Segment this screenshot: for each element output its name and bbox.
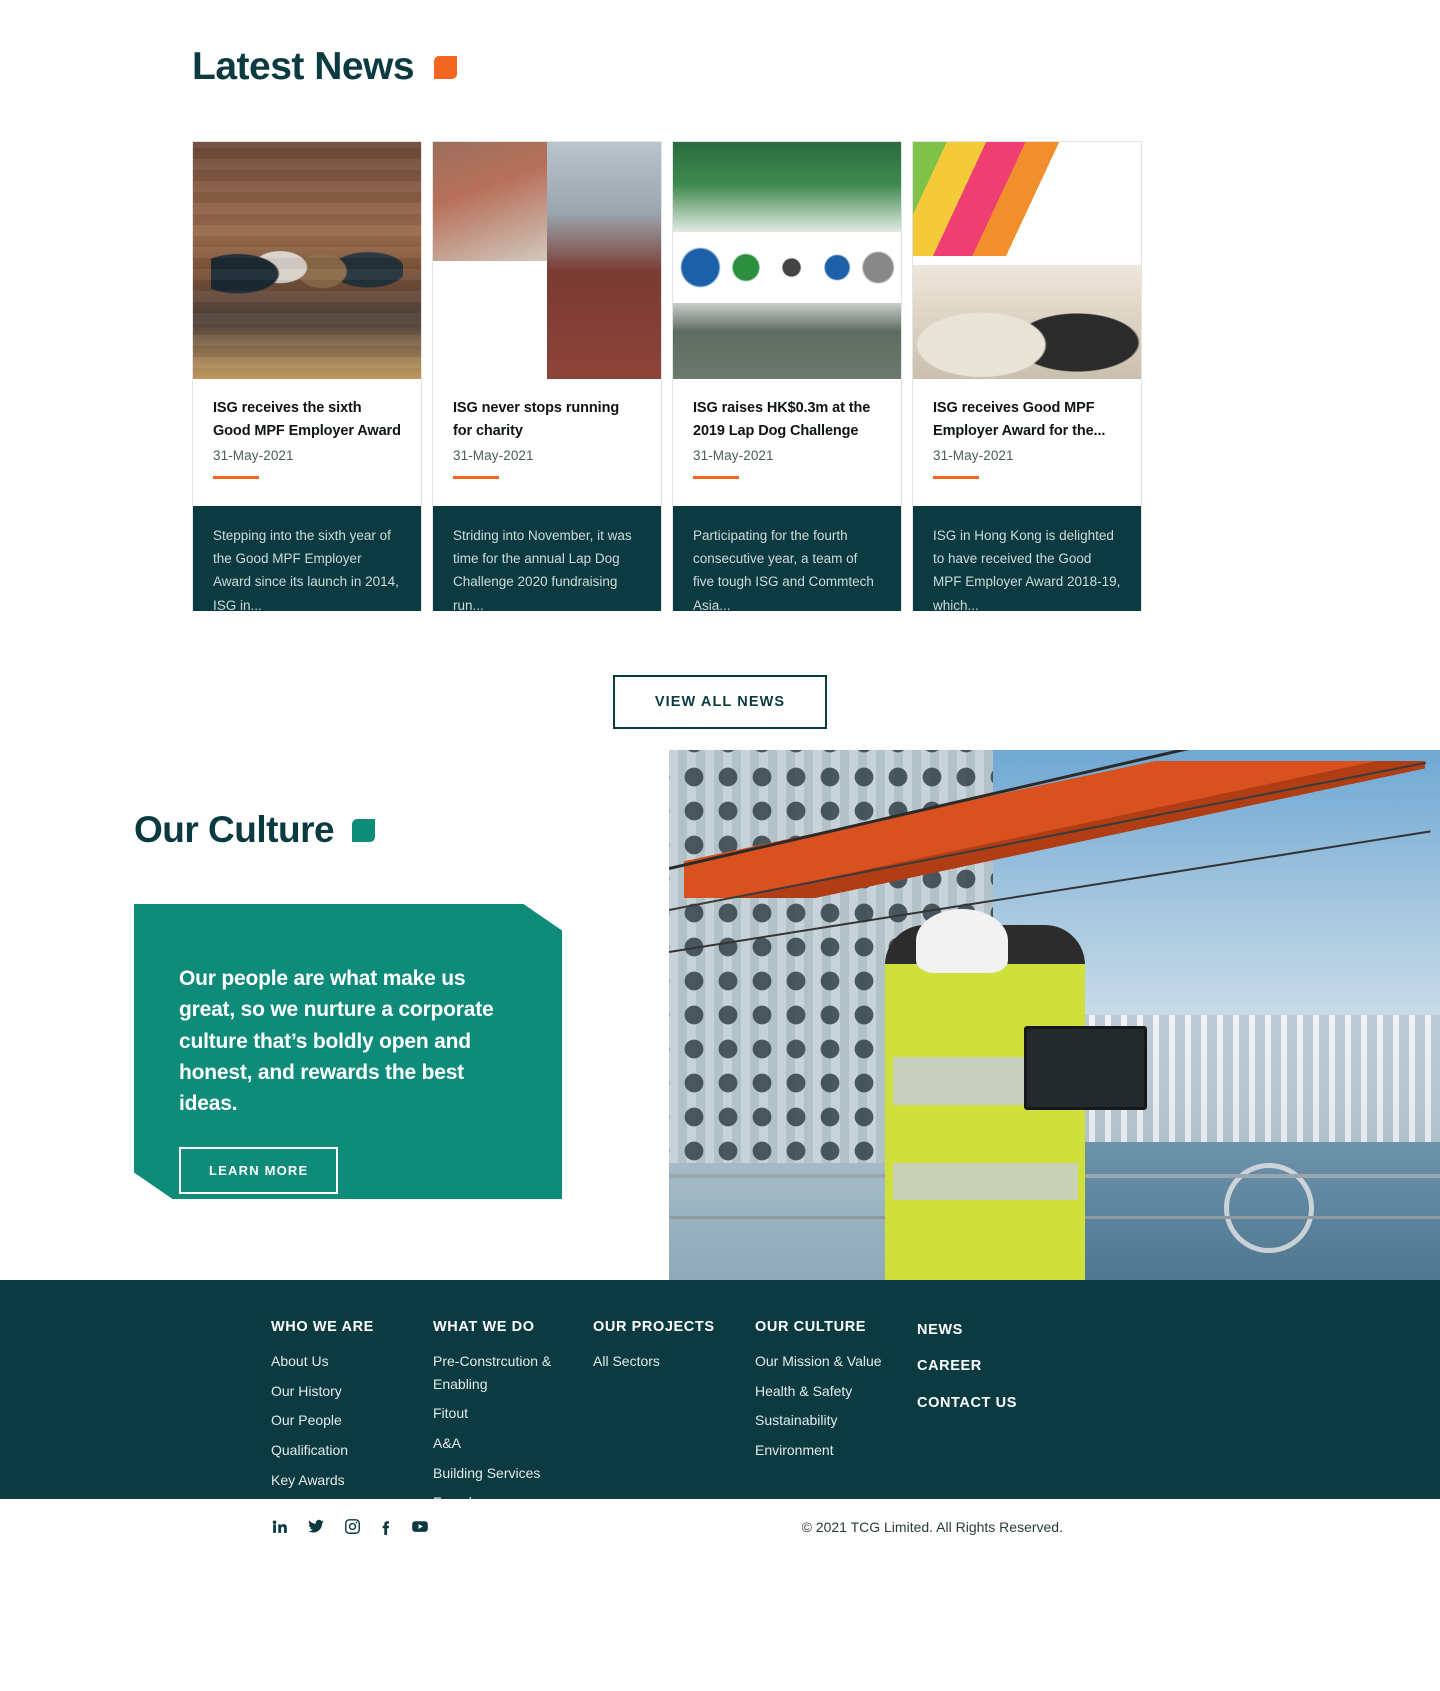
news-card-excerpt: Striding into November, it was time for … [433, 506, 661, 611]
footer-link-health-and-safety[interactable]: Health & Safety [755, 1380, 917, 1403]
site-footer: WHO WE ARE About Us Our History Our Peop… [0, 1280, 1440, 1510]
culture-statement-text: Our people are what make us great, so we… [179, 967, 494, 1116]
news-card-rule [693, 476, 739, 480]
news-card-title: ISG receives Good MPF Employer Award for… [933, 400, 1106, 439]
news-card-rule [933, 476, 979, 480]
news-card-body: ISG receives Good MPF Employer Award for… [913, 379, 1141, 506]
news-card-rule [213, 476, 259, 480]
news-card-date: 31-May-2021 [693, 448, 774, 464]
footer-link-environment[interactable]: Environment [755, 1439, 917, 1462]
culture-statement-card: Our people are what make us great, so we… [134, 904, 562, 1199]
culture-photo [669, 750, 1440, 1280]
facebook-icon[interactable] [380, 1518, 391, 1535]
linkedin-icon[interactable] [271, 1518, 288, 1535]
view-all-news-button[interactable]: VIEW ALL NEWS [612, 675, 828, 729]
footer-link-key-awards[interactable]: Key Awards [271, 1469, 433, 1492]
footer-link-a-and-a[interactable]: A&A [433, 1432, 593, 1455]
footer-column-primary-links: NEWS CAREER CONTACT US [917, 1319, 1117, 1521]
footer-column-our-culture: OUR CULTURE Our Mission & Value Health &… [755, 1319, 917, 1521]
footer-column-heading: WHAT WE DO [433, 1319, 535, 1335]
news-card-rule [453, 476, 499, 480]
teal-square-accent-icon [352, 818, 376, 842]
social-links [271, 1518, 430, 1535]
youtube-icon[interactable] [410, 1518, 430, 1535]
news-card[interactable]: ISG receives Good MPF Employer Award for… [912, 141, 1142, 611]
news-card-body: ISG receives the sixth Good MPF Employer… [193, 379, 421, 506]
news-card-excerpt: Participating for the fourth consecutive… [673, 506, 901, 611]
orange-square-accent-icon [434, 55, 458, 79]
footer-bottom-bar: © 2021 TCG Limited. All Rights Reserved. [0, 1499, 1440, 1691]
footer-link-our-people[interactable]: Our People [271, 1409, 433, 1432]
footer-link-career[interactable]: CAREER [917, 1355, 1117, 1378]
footer-link-fitout[interactable]: Fitout [433, 1402, 593, 1425]
footer-link-sustainability[interactable]: Sustainability [755, 1409, 917, 1432]
footer-bottom-inner: © 2021 TCG Limited. All Rights Reserved. [0, 1499, 1440, 1554]
footer-link-pre-construction-enabling[interactable]: Pre-Constrcution & Enabling [433, 1350, 593, 1395]
footer-columns: WHO WE ARE About Us Our History Our Peop… [0, 1280, 1440, 1521]
footer-link-our-mission-and-value[interactable]: Our Mission & Value [755, 1350, 917, 1373]
news-card-excerpt: ISG in Hong Kong is delighted to have re… [913, 506, 1141, 611]
footer-column-who-we-are: WHO WE ARE About Us Our History Our Peop… [271, 1319, 433, 1521]
latest-news-header: Latest News [0, 0, 1440, 89]
news-card-title: ISG raises HK$0.3m at the 2019 Lap Dog C… [693, 400, 871, 439]
news-card-title: ISG receives the sixth Good MPF Employer… [213, 400, 401, 439]
news-card[interactable]: ISG raises HK$0.3m at the 2019 Lap Dog C… [672, 141, 902, 611]
footer-link-building-services[interactable]: Building Services [433, 1462, 593, 1485]
news-card-thumbnail [673, 142, 901, 379]
our-culture-section: Our Culture Our people are what make us … [0, 750, 1440, 1280]
news-card-excerpt: Stepping into the sixth year of the Good… [193, 506, 421, 611]
footer-link-contact-us[interactable]: CONTACT US [917, 1392, 1117, 1415]
news-card-title: ISG never stops running for charity [453, 400, 620, 439]
page-title: Latest News [192, 45, 415, 88]
footer-link-all-sectors[interactable]: All Sectors [593, 1350, 755, 1373]
twitter-icon[interactable] [307, 1518, 325, 1535]
footer-column-heading: WHO WE ARE [271, 1319, 374, 1335]
news-card-thumbnail [193, 142, 421, 379]
learn-more-button[interactable]: LEARN MORE [179, 1147, 339, 1195]
news-card-thumbnail [433, 142, 661, 379]
news-card-list: ISG receives the sixth Good MPF Employer… [192, 141, 1142, 611]
news-card-date: 31-May-2021 [933, 448, 1014, 464]
footer-link-our-history[interactable]: Our History [271, 1380, 433, 1403]
latest-news-section: Latest News ISG receives the sixth Good … [0, 0, 1440, 729]
news-card-date: 31-May-2021 [213, 448, 294, 464]
footer-column-what-we-do: WHAT WE DO Pre-Constrcution & Enabling F… [433, 1319, 593, 1521]
our-culture-title: Our Culture [134, 809, 335, 850]
news-card[interactable]: ISG receives the sixth Good MPF Employer… [192, 141, 422, 611]
footer-link-news[interactable]: NEWS [917, 1319, 1117, 1342]
news-card-body: ISG never stops running for charity 31-M… [433, 379, 661, 506]
news-card-body: ISG raises HK$0.3m at the 2019 Lap Dog C… [673, 379, 901, 506]
news-card-date: 31-May-2021 [453, 448, 534, 464]
footer-column-heading: OUR CULTURE [755, 1319, 867, 1335]
footer-column-heading: OUR PROJECTS [593, 1319, 715, 1335]
footer-link-qualification[interactable]: Qualification [271, 1439, 433, 1462]
page-root: Latest News ISG receives the sixth Good … [0, 0, 1440, 1691]
view-all-news-wrapper: VIEW ALL NEWS [0, 675, 1440, 729]
footer-link-about-us[interactable]: About Us [271, 1350, 433, 1373]
news-card-thumbnail [913, 142, 1141, 379]
copyright-text: © 2021 TCG Limited. All Rights Reserved. [801, 1518, 1063, 1535]
footer-column-our-projects: OUR PROJECTS All Sectors [593, 1319, 755, 1521]
news-card[interactable]: ISG never stops running for charity 31-M… [432, 141, 662, 611]
instagram-icon[interactable] [344, 1518, 361, 1535]
